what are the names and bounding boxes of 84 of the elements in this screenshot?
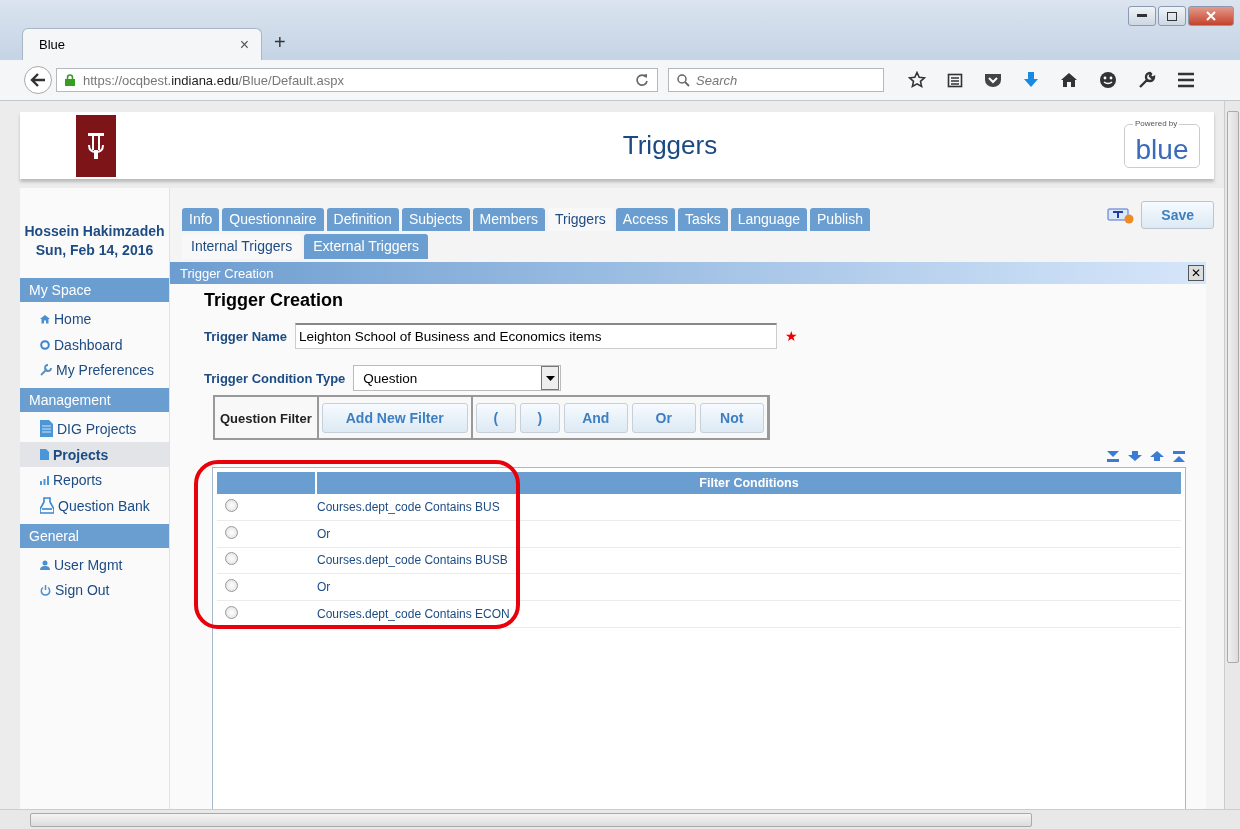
home-icon[interactable]	[1060, 72, 1078, 88]
tab-close-button[interactable]: ×	[239, 35, 249, 54]
caret-icon	[545, 375, 555, 381]
address-bar[interactable]: https://ocqbest.indiana.edu/Blue/Default.aspx	[56, 68, 658, 92]
minimize-icon	[1137, 14, 1147, 18]
person-icon	[40, 559, 50, 570]
row-radio-button[interactable]	[225, 579, 238, 593]
add-filter-button[interactable]: Add New Filter	[321, 403, 468, 433]
sidebar-item[interactable]: DIG Projects	[20, 416, 169, 442]
table-cell: Or	[317, 526, 331, 541]
operator-button[interactable]: Not	[699, 403, 764, 433]
download-icon[interactable]	[1023, 71, 1039, 89]
save-button[interactable]: Save	[1141, 201, 1214, 229]
field-label: Trigger Name	[204, 328, 288, 344]
new-tab-button[interactable]: +	[274, 31, 286, 54]
operator-button[interactable]: And	[563, 403, 628, 433]
move-to-top-icon[interactable]	[1172, 449, 1186, 463]
panel-title: Trigger Creation	[180, 265, 274, 281]
sidebar-item[interactable]: Question Bank	[20, 493, 169, 519]
lock-icon	[65, 74, 75, 86]
condition-type-dropdown[interactable]: Question	[353, 365, 562, 391]
horizontal-scrollbar[interactable]	[0, 809, 1240, 829]
user-name: Hossein Hakimzadeh	[23, 222, 166, 241]
table-cell: Courses.dept_code Contains BUSB	[317, 553, 508, 568]
filter-label: Question Filter	[219, 410, 313, 426]
move-to-bottom-icon[interactable]	[1106, 449, 1120, 463]
search-field[interactable]: Search	[668, 68, 884, 92]
current-date: Sun, Feb 14, 2016	[34, 241, 155, 260]
row-radio-button[interactable]	[225, 552, 238, 566]
help-icon[interactable]	[1107, 206, 1136, 224]
pocket-icon[interactable]	[984, 72, 1002, 88]
close-panel-button[interactable]: ✕	[1188, 265, 1204, 281]
power-icon	[40, 584, 51, 596]
reload-icon[interactable]	[635, 73, 649, 87]
star-icon[interactable]	[908, 71, 926, 89]
maximize-icon	[1167, 11, 1177, 21]
move-down-icon[interactable]	[1128, 451, 1142, 461]
sidebar-item[interactable]: Projects	[20, 441, 169, 468]
sidebar-item[interactable]: My Preferences	[20, 357, 169, 384]
row-radio-button[interactable]	[225, 606, 238, 620]
row-radio-button[interactable]	[225, 525, 238, 539]
circle-icon	[40, 339, 50, 350]
search-icon	[677, 73, 690, 87]
form-heading: Trigger Creation	[204, 290, 345, 311]
maximize-button[interactable]	[1158, 6, 1186, 26]
reading-list-icon[interactable]	[947, 72, 963, 88]
back-button[interactable]	[24, 66, 52, 94]
operator-button[interactable]: )	[519, 403, 560, 433]
wrench-icon	[40, 364, 52, 377]
operator-button[interactable]: (	[475, 403, 516, 433]
sidebar-section-header: General	[20, 523, 169, 548]
sidebar-section-header: My Space	[20, 278, 169, 302]
sidebar-item[interactable]: Dashboard	[20, 331, 169, 358]
sidebar-item[interactable]: Home	[20, 306, 169, 332]
back-arrow-icon	[30, 73, 46, 87]
sidebar-section-header: Management	[20, 388, 169, 413]
required-marker: ★	[785, 328, 799, 344]
sidebar-item[interactable]: User Mgmt	[20, 551, 169, 578]
close-button[interactable]	[1188, 6, 1234, 26]
vertical-scrollbar[interactable]	[1224, 101, 1240, 809]
bar-chart-icon	[40, 475, 49, 485]
column-header: Filter Conditions	[698, 475, 800, 492]
minimize-button[interactable]	[1128, 6, 1156, 26]
house-icon	[40, 313, 50, 324]
field-label: Trigger Condition Type	[204, 370, 346, 386]
browser-tab[interactable]: Blue ×	[22, 28, 262, 60]
sub-tab[interactable]: Internal Triggers	[182, 234, 302, 259]
trigger-name-field[interactable]: Leighton School of Business and Economics items	[295, 323, 778, 349]
sidebar-item[interactable]: Sign Out	[20, 577, 169, 604]
close-icon	[1206, 11, 1216, 21]
smiley-icon[interactable]	[1099, 71, 1117, 89]
page-title: Triggers	[621, 130, 719, 161]
menu-icon[interactable]	[1177, 72, 1195, 88]
table-cell: Or	[317, 580, 331, 595]
page-icon	[40, 449, 49, 461]
table-cell: Courses.dept_code Contains ECON	[317, 607, 510, 622]
operator-button[interactable]: Or	[631, 403, 696, 433]
row-radio-button[interactable]	[225, 498, 238, 512]
wrench-icon[interactable]	[1138, 71, 1156, 89]
move-up-icon[interactable]	[1150, 451, 1164, 461]
table-cell: Courses.dept_code Contains BUS	[317, 499, 500, 514]
document-icon	[40, 420, 53, 438]
tab[interactable]: Triggers	[547, 208, 613, 231]
sidebar-item[interactable]: Reports	[20, 467, 169, 494]
